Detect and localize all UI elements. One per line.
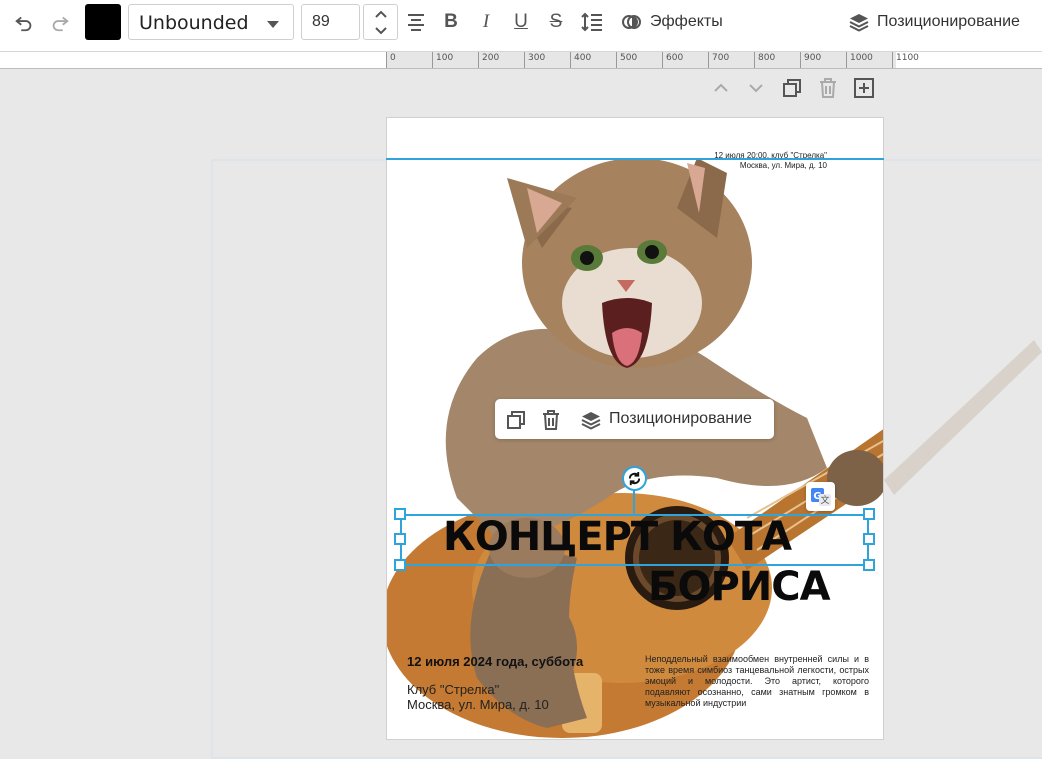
ruler-label: 1100 [896, 53, 919, 63]
layers-icon [848, 11, 870, 33]
ruler-tick [478, 52, 479, 68]
horizontal-ruler: 0 100 200 300 400 500 600 700 800 900 10… [0, 52, 1042, 69]
chevron-down-icon [267, 21, 279, 28]
ruler-tick [892, 52, 893, 68]
bold-icon[interactable]: B [440, 9, 462, 35]
underline-icon[interactable]: U [510, 9, 532, 35]
ruler-label: 400 [574, 53, 592, 63]
effects-icon[interactable] [620, 11, 642, 33]
resize-handle-left[interactable] [394, 533, 406, 545]
ruler-label: 1000 [850, 53, 873, 63]
duplicate-page-icon[interactable] [781, 77, 803, 99]
ruler-tick [662, 52, 663, 68]
redo-icon[interactable] [48, 10, 72, 34]
font-family-select[interactable]: Unbounded [128, 4, 294, 40]
layers-icon [580, 409, 602, 431]
event-description[interactable]: Неподдельный взаимообмен внутренней силы… [645, 654, 869, 709]
align-center-icon[interactable] [405, 11, 427, 33]
svg-text:文: 文 [820, 494, 829, 506]
trash-icon[interactable] [541, 409, 561, 431]
chevron-down-icon[interactable] [364, 22, 397, 39]
ruler-label: 300 [528, 53, 546, 63]
font-family-value: Unbounded [139, 12, 249, 34]
effects-button[interactable]: Эффекты [650, 13, 723, 31]
ruler-tick [800, 52, 801, 68]
element-context-menu: Позиционирование [495, 399, 774, 439]
club-address[interactable]: Клуб "Стрелка" Москва, ул. Мира, д. 10 [407, 682, 549, 712]
delete-page-icon[interactable] [818, 77, 838, 99]
venue-small-text[interactable]: 12 июля 20:00, клуб "Стрелка" Москва, ул… [714, 151, 827, 171]
context-positioning-button[interactable]: Позиционирование [609, 410, 752, 428]
translate-icon[interactable]: G文 [806, 482, 835, 511]
ruler-tick [754, 52, 755, 68]
line-height-icon[interactable] [580, 11, 604, 33]
ruler-tick [432, 52, 433, 68]
venue-small-line: Москва, ул. Мира, д. 10 [739, 161, 827, 170]
move-up-icon[interactable] [711, 79, 731, 97]
duplicate-icon[interactable] [505, 409, 527, 431]
move-down-icon[interactable] [746, 79, 766, 97]
selection-box[interactable] [400, 514, 869, 566]
chevron-up-icon[interactable] [364, 5, 397, 22]
italic-icon[interactable]: I [475, 9, 497, 35]
add-page-icon[interactable] [853, 77, 875, 99]
font-size-stepper[interactable] [363, 4, 398, 40]
resize-handle-bottom-right[interactable] [863, 559, 875, 571]
ruler-label: 900 [804, 53, 822, 63]
ruler-tick [846, 52, 847, 68]
ruler-label: 800 [758, 53, 776, 63]
ruler-tick [524, 52, 525, 68]
event-date[interactable]: 12 июля 2024 года, суббота [407, 654, 583, 669]
rotate-handle-icon[interactable] [622, 466, 647, 491]
resize-handle-top-left[interactable] [394, 508, 406, 520]
club-street: Москва, ул. Мира, д. 10 [407, 697, 549, 712]
resize-handle-right[interactable] [863, 533, 875, 545]
ruler-tick [570, 52, 571, 68]
ruler-label: 700 [712, 53, 730, 63]
headline-text-second-line[interactable]: БОРИСА [648, 564, 831, 610]
resize-handle-bottom-left[interactable] [394, 559, 406, 571]
ruler-tick [708, 52, 709, 68]
club-name: Клуб "Стрелка" [407, 682, 500, 697]
undo-icon[interactable] [12, 10, 36, 34]
font-size-input[interactable]: 89 [301, 4, 360, 40]
background-guitar-neck [884, 340, 1042, 495]
positioning-button[interactable]: Позиционирование [877, 13, 1020, 31]
ruler-label: 0 [390, 53, 396, 63]
top-toolbar: Unbounded 89 B I U S Эффекты Позициониро… [0, 0, 1042, 52]
ruler-label: 100 [436, 53, 454, 63]
snap-guide-line [386, 158, 884, 160]
strikethrough-icon[interactable]: S [545, 9, 567, 35]
ruler-tick [616, 52, 617, 68]
ruler-label: 600 [666, 53, 684, 63]
ruler-label: 200 [482, 53, 500, 63]
ruler-label: 500 [620, 53, 638, 63]
rotation-stem [633, 490, 635, 514]
font-color-swatch[interactable] [85, 4, 121, 40]
resize-handle-top-right[interactable] [863, 508, 875, 520]
